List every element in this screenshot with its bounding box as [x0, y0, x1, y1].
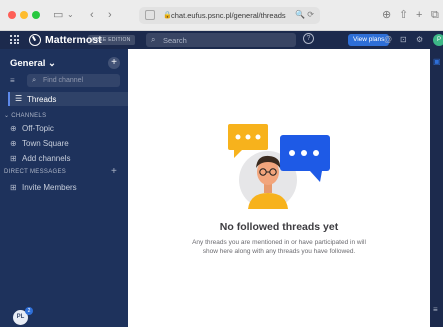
- app-header: Mattermost FREE EDITION ⌕ Search ? View …: [0, 31, 443, 49]
- plus-box-icon: ⊞: [10, 183, 17, 192]
- sidebar-item-label: Off-Topic: [22, 124, 54, 133]
- chevron-down-icon[interactable]: ⌄: [67, 8, 74, 22]
- download-icon[interactable]: ⊕: [382, 8, 391, 22]
- sidebar-item-town-square[interactable]: ⊕ Town Square: [10, 139, 69, 148]
- share-icon[interactable]: ⇧: [399, 8, 408, 22]
- bubble-dot: [289, 150, 295, 156]
- maximize-window-button[interactable]: [32, 11, 40, 19]
- search-icon: ⌕: [151, 35, 156, 44]
- reload-icon[interactable]: 🔍 ⟳: [295, 10, 314, 19]
- settings-gear-icon[interactable]: ⚙: [416, 34, 423, 46]
- minimize-window-button[interactable]: [20, 11, 28, 19]
- forward-icon[interactable]: ›: [108, 8, 112, 22]
- sidebar-toggle-icon[interactable]: ▭: [53, 8, 63, 22]
- sidebar-item-label: Add channels: [22, 154, 71, 163]
- help-icon[interactable]: ?: [303, 33, 314, 44]
- threads-view: No followed threads yet Any threads you …: [128, 49, 430, 327]
- globe-icon: ⊕: [10, 139, 17, 148]
- team-name: General: [10, 58, 46, 69]
- bubble-tail: [234, 150, 242, 158]
- empty-threads-illustration: [228, 124, 330, 209]
- find-channel-input[interactable]: ⌕ Find channel: [27, 74, 120, 87]
- sidebar: General ⌄ + ≡ ⌕ Find channel ☰ Threads ⌄…: [0, 49, 128, 327]
- marketplace-icon[interactable]: ≡: [433, 305, 438, 314]
- plus-box-icon: ⊞: [10, 154, 17, 163]
- bubble-tail: [310, 171, 322, 182]
- empty-state-description: Any threads you are mentioned in or have…: [192, 239, 366, 255]
- globe-icon: ⊕: [10, 124, 17, 133]
- sidebar-item-invite-members[interactable]: ⊞ Invite Members: [10, 183, 77, 192]
- user-avatar[interactable]: P: [433, 34, 443, 46]
- page-shield-icon: [145, 10, 155, 20]
- sidebar-item-label: Threads: [27, 95, 57, 104]
- edition-badge: FREE EDITION: [88, 35, 135, 45]
- sidebar-item-off-topic[interactable]: ⊕ Off-Topic: [10, 124, 54, 133]
- filter-icon[interactable]: ≡: [10, 76, 15, 85]
- threads-icon: ☰: [15, 94, 23, 103]
- empty-state-title: No followed threads yet: [219, 221, 339, 233]
- new-tab-icon[interactable]: +: [416, 8, 422, 22]
- bubble-dot: [301, 150, 307, 156]
- team-menu[interactable]: General ⌄: [10, 58, 56, 69]
- tab-overview-icon[interactable]: ⧉: [431, 8, 439, 22]
- search-placeholder: Search: [163, 36, 187, 45]
- close-window-button[interactable]: [8, 11, 16, 19]
- sidebar-item-label: Invite Members: [22, 183, 77, 192]
- sidebar-item-add-channels[interactable]: ⊞ Add channels: [10, 154, 70, 163]
- direct-messages-section-header[interactable]: DIRECT MESSAGES: [4, 169, 66, 175]
- calendar-icon[interactable]: ▣: [433, 57, 441, 66]
- channels-section-header[interactable]: ⌄ CHANNELS: [4, 112, 46, 119]
- search-icon: ⌕: [32, 75, 37, 84]
- product-menu-icon[interactable]: [10, 35, 19, 44]
- app-bar: ▣ ≡: [430, 49, 443, 327]
- find-channel-placeholder: Find channel: [43, 76, 84, 84]
- bubble-dot: [245, 134, 251, 140]
- mattermost-logo-icon: [29, 34, 41, 46]
- mention-icon[interactable]: @: [384, 34, 392, 46]
- url-text: chat.eufus.psnc.pl/general/threads: [171, 11, 286, 20]
- chevron-down-icon: ⌄: [48, 58, 56, 69]
- search-input[interactable]: ⌕ Search: [146, 33, 296, 47]
- add-direct-message-icon[interactable]: +: [111, 167, 117, 177]
- sidebar-item-label: Town Square: [22, 139, 69, 148]
- saved-icon[interactable]: ⊡: [400, 34, 407, 46]
- browser-toolbar: ▭ ⌄ ‹ › 🔒 chat.eufus.psnc.pl/general/thr…: [0, 0, 443, 31]
- add-button[interactable]: +: [108, 57, 120, 69]
- bubble-dot: [235, 134, 241, 140]
- back-icon[interactable]: ‹: [90, 8, 94, 22]
- sidebar-item-threads[interactable]: ☰ Threads: [8, 92, 128, 106]
- bubble-dot: [255, 134, 261, 140]
- notification-badge: 2: [25, 307, 33, 315]
- bubble-dot: [313, 150, 319, 156]
- address-bar[interactable]: 🔒 chat.eufus.psnc.pl/general/threads 🔍 ⟳: [139, 7, 320, 24]
